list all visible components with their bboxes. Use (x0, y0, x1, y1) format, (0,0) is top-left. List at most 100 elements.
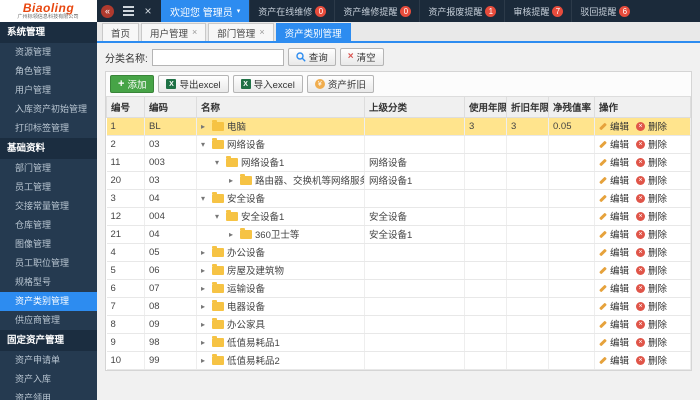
edit-button[interactable]: 编辑 (599, 281, 629, 295)
sidebar-item[interactable]: 员工管理 (0, 178, 97, 197)
collapse-toggle-icon[interactable]: ▾ (201, 140, 209, 149)
collapse-toggle-icon[interactable]: ▾ (201, 194, 209, 203)
table-row[interactable]: 7 08 ▸ 电器设备 编辑 × 删除 (106, 297, 691, 316)
collapse-toggle-icon[interactable]: ▾ (215, 212, 223, 221)
tab[interactable]: 部门管理 × (208, 23, 274, 41)
cell-depreciation-years (506, 207, 549, 226)
sidebar-item[interactable]: 用户管理 (0, 81, 97, 100)
edit-button[interactable]: 编辑 (599, 191, 629, 205)
edit-button[interactable]: 编辑 (599, 353, 629, 367)
import-excel-button[interactable]: X 导入excel (232, 75, 303, 93)
edit-button[interactable]: 编辑 (599, 245, 629, 259)
sidebar-item[interactable]: 交接常量管理 (0, 197, 97, 216)
delete-button[interactable]: × 删除 (636, 335, 667, 349)
delete-button[interactable]: × 删除 (636, 191, 667, 205)
delete-button[interactable]: × 删除 (636, 227, 667, 241)
delete-button[interactable]: × 删除 (636, 245, 667, 259)
table-row[interactable]: 11 003 ▾ 网络设备1 网络设备 编辑 × 删除 (106, 153, 691, 172)
tab[interactable]: 首页 (102, 23, 140, 41)
tab[interactable]: 用户管理 × (141, 23, 207, 41)
delete-button[interactable]: × 删除 (636, 155, 667, 169)
table-row[interactable]: 4 05 ▸ 办公设备 编辑 × 删除 (106, 243, 691, 262)
expand-toggle-icon[interactable]: ▸ (201, 122, 209, 131)
edit-button[interactable]: 编辑 (599, 137, 629, 151)
expand-toggle-icon[interactable]: ▸ (201, 338, 209, 347)
expand-toggle-icon[interactable]: ▸ (229, 230, 237, 239)
tab[interactable]: 资产类别管理 (275, 23, 351, 41)
table-row[interactable]: 2 03 ▾ 网络设备 编辑 × 删除 (106, 135, 691, 154)
cell-no: 20 (106, 171, 145, 190)
edit-button[interactable]: 编辑 (599, 155, 629, 169)
table-row[interactable]: 12 004 ▾ 安全设备1 安全设备 编辑 × 删除 (106, 207, 691, 226)
depreciation-button[interactable]: ¥ 资产折旧 (306, 75, 374, 93)
expand-toggle-icon[interactable]: ▸ (201, 302, 209, 311)
expand-toggle-icon[interactable]: ▸ (201, 356, 209, 365)
query-button[interactable]: 查询 (287, 48, 336, 66)
tab-close-icon[interactable]: × (259, 28, 264, 37)
edit-button[interactable]: 编辑 (599, 173, 629, 187)
collapse-toggle-icon[interactable]: ▾ (215, 158, 223, 167)
clear-button[interactable]: × 清空 (339, 48, 384, 66)
sidebar-item[interactable]: 资产类别管理 (0, 292, 97, 311)
topbar-notice-item[interactable]: 资产报废提醒 1 (419, 0, 504, 22)
delete-button[interactable]: × 删除 (636, 353, 667, 367)
export-excel-button[interactable]: X 导出excel (158, 75, 229, 93)
sidebar-item[interactable]: 入库资产初始管理 (0, 100, 97, 119)
delete-button[interactable]: × 删除 (636, 137, 667, 151)
edit-button[interactable]: 编辑 (599, 209, 629, 223)
topbar-notice-item[interactable]: 资产在线维修 0 (249, 0, 334, 22)
sidebar-item[interactable]: 图像管理 (0, 235, 97, 254)
edit-button[interactable]: 编辑 (599, 263, 629, 277)
add-button[interactable]: + 添加 (110, 75, 155, 93)
topbar-notice-item[interactable]: 审核提醒 7 (504, 0, 571, 22)
delete-button[interactable]: × 删除 (636, 299, 667, 313)
sidebar-item[interactable]: 资源管理 (0, 43, 97, 62)
table-row[interactable]: 20 03 ▸ 路由器、交换机等网络服务 网络设备1 编辑 × 删除 (106, 171, 691, 190)
edit-button[interactable]: 编辑 (599, 227, 629, 241)
delete-button[interactable]: × 删除 (636, 209, 667, 223)
cell-parent-category: 网络设备 (364, 153, 465, 172)
topbar-notice-item[interactable]: 驳回提醒 6 (571, 0, 638, 22)
edit-button[interactable]: 编辑 (599, 317, 629, 331)
notice-count-badge: 7 (552, 5, 564, 17)
edit-button[interactable]: 编辑 (599, 119, 629, 133)
delete-button[interactable]: × 删除 (636, 317, 667, 331)
table-row[interactable]: 3 04 ▾ 安全设备 编辑 × 删除 (106, 189, 691, 208)
expand-toggle-icon[interactable]: ▸ (229, 176, 237, 185)
sidebar-item[interactable]: 供应商管理 (0, 311, 97, 330)
topbar-notice-item[interactable]: 资产维修提醒 0 (334, 0, 419, 22)
delete-button[interactable]: × 删除 (636, 263, 667, 277)
edit-button[interactable]: 编辑 (599, 335, 629, 349)
table-row[interactable]: 5 06 ▸ 房屋及建筑物 编辑 × 删除 (106, 261, 691, 280)
sidebar-item[interactable]: 规格型号 (0, 273, 97, 292)
table-row[interactable]: 1 BL ▸ 电脑 3 3 0.05 编辑 × 删除 (106, 117, 691, 136)
sidebar-item[interactable]: 打印标签管理 (0, 119, 97, 138)
sidebar-item[interactable]: 资产申请单 (0, 351, 97, 370)
sidebar-item[interactable]: 角色管理 (0, 62, 97, 81)
category-name-input[interactable] (151, 48, 284, 66)
expand-toggle-icon[interactable]: ▸ (201, 248, 209, 257)
expand-toggle-icon[interactable]: ▸ (201, 320, 209, 329)
logo: Biaoling 广州标领信息科技有限公司 (0, 0, 97, 22)
expand-toggle-icon[interactable]: ▸ (201, 284, 209, 293)
sidebar-item[interactable]: 仓库管理 (0, 216, 97, 235)
sidebar-collapse-button[interactable]: « (101, 4, 114, 18)
user-menu[interactable]: 欢迎您 管理员 ▾ (161, 0, 250, 22)
sidebar-item[interactable]: 部门管理 (0, 159, 97, 178)
table-row[interactable]: 6 07 ▸ 运输设备 编辑 × 删除 (106, 279, 691, 298)
expand-toggle-icon[interactable]: ▸ (201, 266, 209, 275)
table-row[interactable]: 10 99 ▸ 低值易耗品2 编辑 × 删除 (106, 351, 691, 370)
table-row[interactable]: 9 98 ▸ 低值易耗品1 编辑 × 删除 (106, 333, 691, 352)
table-row[interactable]: 21 04 ▸ 360卫士等 安全设备1 编辑 × 删除 (106, 225, 691, 244)
edit-button[interactable]: 编辑 (599, 299, 629, 313)
sidebar-item[interactable]: 资产领用 (0, 389, 97, 400)
tab-close-icon[interactable]: × (192, 28, 197, 37)
sidebar-item[interactable]: 资产入库 (0, 370, 97, 389)
delete-button[interactable]: × 删除 (636, 281, 667, 295)
sidebar-item[interactable]: 员工职位管理 (0, 254, 97, 273)
delete-button[interactable]: × 删除 (636, 173, 667, 187)
delete-button[interactable]: × 删除 (636, 119, 667, 133)
menu-icon[interactable] (118, 0, 138, 22)
table-row[interactable]: 8 09 ▸ 办公家具 编辑 × 删除 (106, 315, 691, 334)
close-icon[interactable]: × (138, 0, 158, 22)
